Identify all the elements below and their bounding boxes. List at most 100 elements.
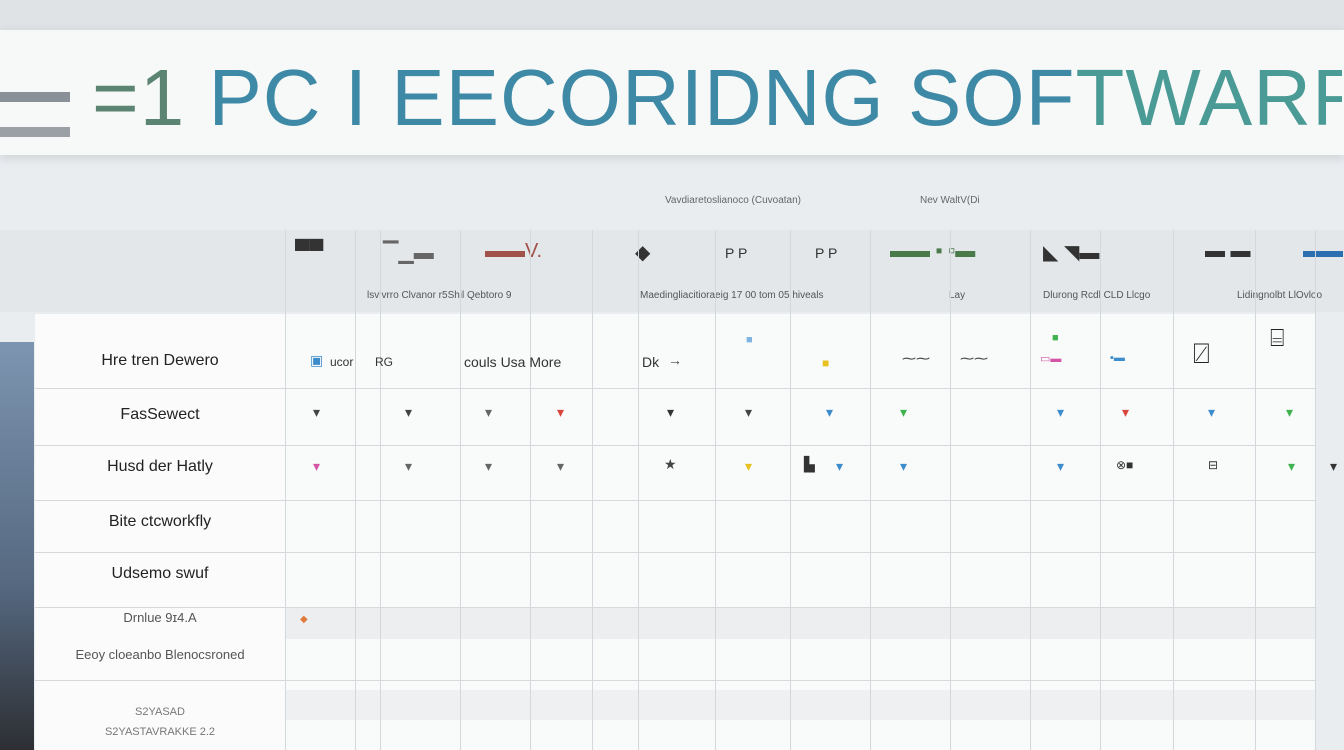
- check-icon: ▾: [900, 404, 908, 420]
- arrow-icon: →: [668, 352, 682, 368]
- check-icon: ▾: [900, 458, 908, 474]
- grid-line: [35, 388, 1315, 389]
- group-label: Lidingnolbt LlOvloo: [1237, 290, 1323, 301]
- grid-line: [950, 230, 951, 750]
- grid-line: [870, 230, 871, 750]
- grid-line: [355, 230, 356, 750]
- group-label: Lay: [949, 290, 966, 301]
- top-background: [0, 0, 1344, 30]
- check-icon: ▾: [745, 404, 753, 420]
- check-icon: ▾: [1057, 458, 1065, 474]
- check-icon: ▾: [557, 404, 565, 420]
- app-icon: ▪▬: [1110, 352, 1125, 364]
- app-icon: ▭▬: [1040, 353, 1062, 365]
- app-icon: ⊗■: [1116, 458, 1134, 472]
- check-icon: ▾: [557, 458, 565, 474]
- shaded-row: [285, 607, 1315, 639]
- row-label: FasSewect: [120, 406, 200, 423]
- star-icon: ★: [664, 456, 677, 472]
- app-icon: ▙: [804, 456, 815, 472]
- title-banner: =1 PC I EECORIDNG SOFTWARRT: [0, 30, 1344, 155]
- tools-icon: ⌸: [1270, 325, 1285, 352]
- check-icon: ▾: [1330, 458, 1338, 474]
- check-icon: ▾: [1208, 404, 1216, 420]
- grid-line: [715, 230, 716, 750]
- grid-line: [592, 230, 593, 750]
- page-title: =1 PC I EECORIDNG SOFTWARRT: [92, 58, 1342, 138]
- grid-line: [790, 230, 791, 750]
- grid-line: [1173, 230, 1174, 750]
- grid-line: [1315, 230, 1316, 750]
- banner-stripe: [0, 92, 70, 102]
- app-icon: ■: [746, 334, 753, 346]
- check-icon: ▾: [485, 404, 493, 420]
- grid-line: [1255, 230, 1256, 750]
- cell-text: ucor: [330, 355, 354, 369]
- wave-icon: ⁓⁓: [902, 350, 930, 366]
- title-prefix: =1: [92, 58, 186, 138]
- edit-icon: ⍁: [1193, 338, 1210, 369]
- check-icon: ▾: [667, 404, 675, 420]
- cell-text: RG: [375, 355, 393, 369]
- grid-line: [380, 230, 381, 750]
- row-header-panel: [35, 314, 285, 750]
- row-label: Drnlue 9ɪ4.A: [123, 610, 197, 625]
- product-logo-icon: P P: [725, 245, 748, 261]
- row-label: Eeoy cloeanbo Blenocsroned: [75, 647, 245, 662]
- check-icon: ▾: [836, 458, 844, 474]
- check-icon: ▾: [1288, 458, 1296, 474]
- grid-line: [35, 500, 1315, 501]
- grid-line: [1100, 230, 1101, 750]
- super-header: Nev WaltV(Di: [920, 195, 980, 206]
- row-label: S2YASTAVRAKKE 2.2: [104, 726, 216, 738]
- column-super-headers: Vavdiaretoslianoco (Cuvoatan) Nev WaltV(…: [0, 195, 1344, 213]
- app-icon: ■: [1052, 332, 1059, 344]
- title-suffix: TWARRT: [1075, 58, 1342, 138]
- shaded-row: [285, 690, 1315, 720]
- product-logo-icon: ▬ ▬: [1205, 240, 1251, 262]
- app-icon: ⊟: [1208, 458, 1219, 472]
- group-label: lsvlvrro Clvanor r5Shil Qebtoro 9: [367, 290, 512, 301]
- group-label: Dlurong Rcdl CLD Llcgo: [1043, 290, 1151, 301]
- product-logo-icon: P P: [815, 245, 838, 261]
- app-icon: ■: [822, 356, 830, 370]
- grid-line: [35, 552, 1315, 553]
- grid-line: [285, 230, 286, 750]
- check-icon: ▾: [1057, 404, 1065, 420]
- row-label: Bite ctcworkfly: [108, 513, 212, 530]
- check-icon: ▾: [405, 404, 413, 420]
- app-icon: ▣: [310, 352, 324, 368]
- group-label: Maedingliacitioraeig 17 00 tom 05 hiveal…: [640, 290, 824, 301]
- check-icon: ▾: [826, 404, 834, 420]
- product-logo-icon: ▬▬: [1303, 240, 1343, 262]
- check-icon: ▾: [1286, 404, 1294, 420]
- grid-line: [35, 607, 1315, 608]
- grid-line: [638, 230, 639, 750]
- row-label: S2YASAD: [135, 706, 185, 718]
- check-icon: ▾: [313, 458, 321, 474]
- banner-stripe: [0, 127, 70, 137]
- grid-line: [35, 445, 1315, 446]
- check-icon: ▾: [1122, 404, 1130, 420]
- decorative-side-strip: [0, 342, 34, 750]
- check-icon: ▾: [405, 458, 413, 474]
- product-logo-icon: ◣ ◥▬: [1043, 242, 1100, 264]
- comparison-grid: [285, 314, 1315, 750]
- column-group-labels: lsvlvrro Clvanor r5Shil Qebtoro 9 Maedin…: [285, 290, 1344, 306]
- product-logo-icon: ▬▬V.: [485, 240, 543, 262]
- grid-line: [35, 680, 1315, 681]
- marker-icon: ◆: [300, 614, 308, 625]
- grid-line: [460, 230, 461, 750]
- check-icon: ▾: [745, 458, 753, 474]
- grid-line: [530, 230, 531, 750]
- row-label: Udsemo swuf: [111, 565, 209, 582]
- product-logo-icon: ▬▬ ▪ ▫▬: [890, 240, 976, 262]
- grid-line: [1030, 230, 1031, 750]
- product-logo-icon: ▔▁▬: [383, 242, 434, 264]
- wave-icon: ⁓⁓: [960, 350, 988, 366]
- cell-text: Dk: [642, 354, 660, 370]
- title-main: PC I EECORIDNG SOF: [185, 58, 1076, 138]
- product-logo-icon: ▀▀: [295, 240, 324, 262]
- check-icon: ▾: [485, 458, 493, 474]
- row-label: Husd der Hatly: [107, 458, 213, 475]
